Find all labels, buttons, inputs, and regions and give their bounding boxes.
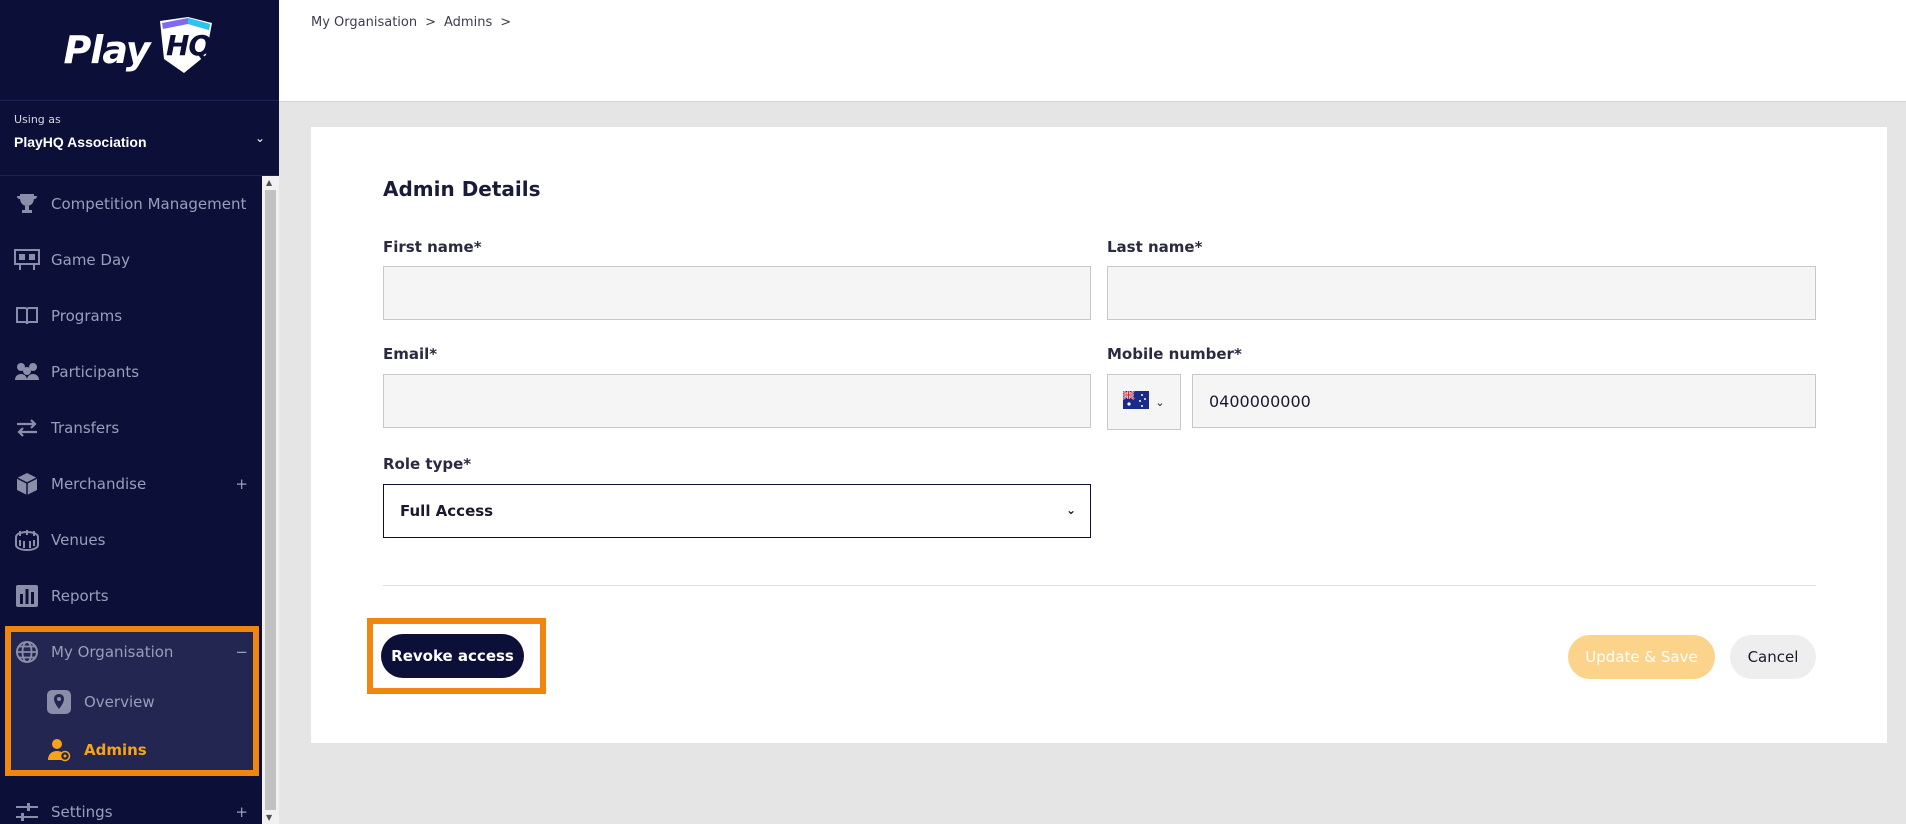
bar-chart-icon [14, 584, 40, 608]
breadcrumb-admins[interactable]: Admins [444, 15, 492, 30]
breadcrumb-separator: > [425, 15, 437, 30]
people-icon [14, 360, 40, 384]
role-type-label: Role type* [383, 455, 472, 473]
revoke-access-highlight: Revoke access [367, 618, 546, 694]
logo-hq-text: HQ [166, 29, 211, 62]
sidebar-item-label: Merchandise [51, 475, 147, 493]
sidebar-item-reports[interactable]: Reports [0, 568, 109, 624]
scroll-down-arrow-icon[interactable]: ▼ [266, 813, 272, 822]
admin-user-icon [46, 738, 72, 762]
organisation-switcher[interactable]: Using as PlayHQ Association ⌄ [0, 100, 279, 176]
last-name-field[interactable] [1107, 266, 1816, 320]
sidebar-item-programs[interactable]: Programs [0, 288, 122, 344]
divider [383, 585, 1816, 586]
sidebar-item-game-day[interactable]: Game Day [0, 232, 130, 288]
book-icon [14, 304, 40, 328]
sidebar-subitem-label: Admins [84, 741, 147, 759]
logo-text: Play [63, 28, 150, 72]
scrollbar-thumb[interactable] [265, 190, 276, 810]
mobile-number-field[interactable] [1192, 374, 1816, 428]
sidebar: Play HQ Using as PlayHQ Association ⌄ Co… [0, 0, 279, 824]
country-code-select[interactable]: ⌄ [1107, 374, 1181, 430]
revoke-access-button[interactable]: Revoke access [381, 634, 524, 678]
sidebar-item-my-organisation[interactable]: My Organisation − [0, 624, 262, 680]
chevron-down-icon: ⌄ [1155, 395, 1165, 409]
admin-details-card: Admin Details First name* Last name* Ema… [311, 127, 1887, 743]
mobile-number-label: Mobile number* [1107, 345, 1242, 363]
breadcrumb: My Organisation > Admins > [311, 15, 511, 30]
expand-plus-icon[interactable]: + [235, 803, 248, 821]
chevron-down-icon: ⌄ [254, 131, 265, 145]
sidebar-item-transfers[interactable]: Transfers [0, 400, 119, 456]
cancel-button[interactable]: Cancel [1730, 635, 1816, 679]
logo-shield-icon: HQ [152, 15, 216, 86]
globe-icon [14, 640, 40, 664]
sidebar-item-label: Reports [51, 587, 109, 605]
header: My Organisation > Admins > [279, 0, 1906, 102]
breadcrumb-my-organisation[interactable]: My Organisation [311, 15, 417, 30]
sidebar-item-label: Competition Management [51, 195, 247, 213]
package-icon [14, 472, 40, 496]
sidebar-item-participants[interactable]: Participants [0, 344, 139, 400]
location-pin-icon [46, 690, 72, 714]
page-title: Admin Details [383, 177, 541, 201]
first-name-field[interactable] [383, 266, 1091, 320]
logo[interactable]: Play HQ [0, 0, 279, 100]
role-type-value: Full Access [400, 502, 494, 520]
trophy-icon [14, 192, 40, 216]
sidebar-item-label: Game Day [51, 251, 131, 269]
transfer-arrows-icon [14, 416, 40, 440]
sidebar-item-venues[interactable]: Venues [0, 512, 105, 568]
sidebar-item-label: My Organisation [51, 643, 174, 661]
breadcrumb-separator: > [500, 15, 512, 30]
sidebar-item-label: Settings [51, 803, 113, 821]
using-as-label: Using as [14, 113, 61, 126]
sidebar-subitem-admins[interactable]: Admins [0, 726, 147, 774]
role-type-select[interactable]: Full Access ⌄ [383, 484, 1091, 538]
sidebar-item-competition-management[interactable]: Competition Management [0, 176, 246, 232]
last-name-label: Last name* [1107, 238, 1203, 256]
sidebar-subitem-label: Overview [84, 693, 155, 711]
sidebar-item-settings[interactable]: Settings + [0, 784, 262, 824]
sidebar-scrollbar[interactable]: ▲ ▼ [262, 176, 279, 824]
sidebar-item-label: Transfers [51, 419, 120, 437]
australia-flag-icon [1122, 390, 1150, 413]
expand-plus-icon[interactable]: + [235, 475, 248, 493]
sidebar-item-label: Participants [51, 363, 140, 381]
first-name-label: First name* [383, 238, 482, 256]
sliders-icon [14, 800, 40, 824]
sidebar-item-label: Venues [51, 531, 106, 549]
sidebar-subitem-overview[interactable]: Overview [0, 678, 155, 726]
scroll-up-arrow-icon[interactable]: ▲ [266, 178, 272, 187]
update-save-button[interactable]: Update & Save [1568, 635, 1715, 679]
stadium-icon [14, 528, 40, 552]
sidebar-item-merchandise[interactable]: Merchandise + [0, 456, 262, 512]
chevron-down-icon: ⌄ [1065, 503, 1076, 517]
organisation-name: PlayHQ Association [14, 134, 147, 150]
sidebar-nav: Competition Management Game Day Programs… [0, 176, 262, 824]
collapse-minus-icon[interactable]: − [235, 643, 248, 661]
email-label: Email* [383, 345, 438, 363]
email-field[interactable] [383, 374, 1091, 428]
scoreboard-icon [14, 248, 40, 272]
sidebar-item-label: Programs [51, 307, 123, 325]
